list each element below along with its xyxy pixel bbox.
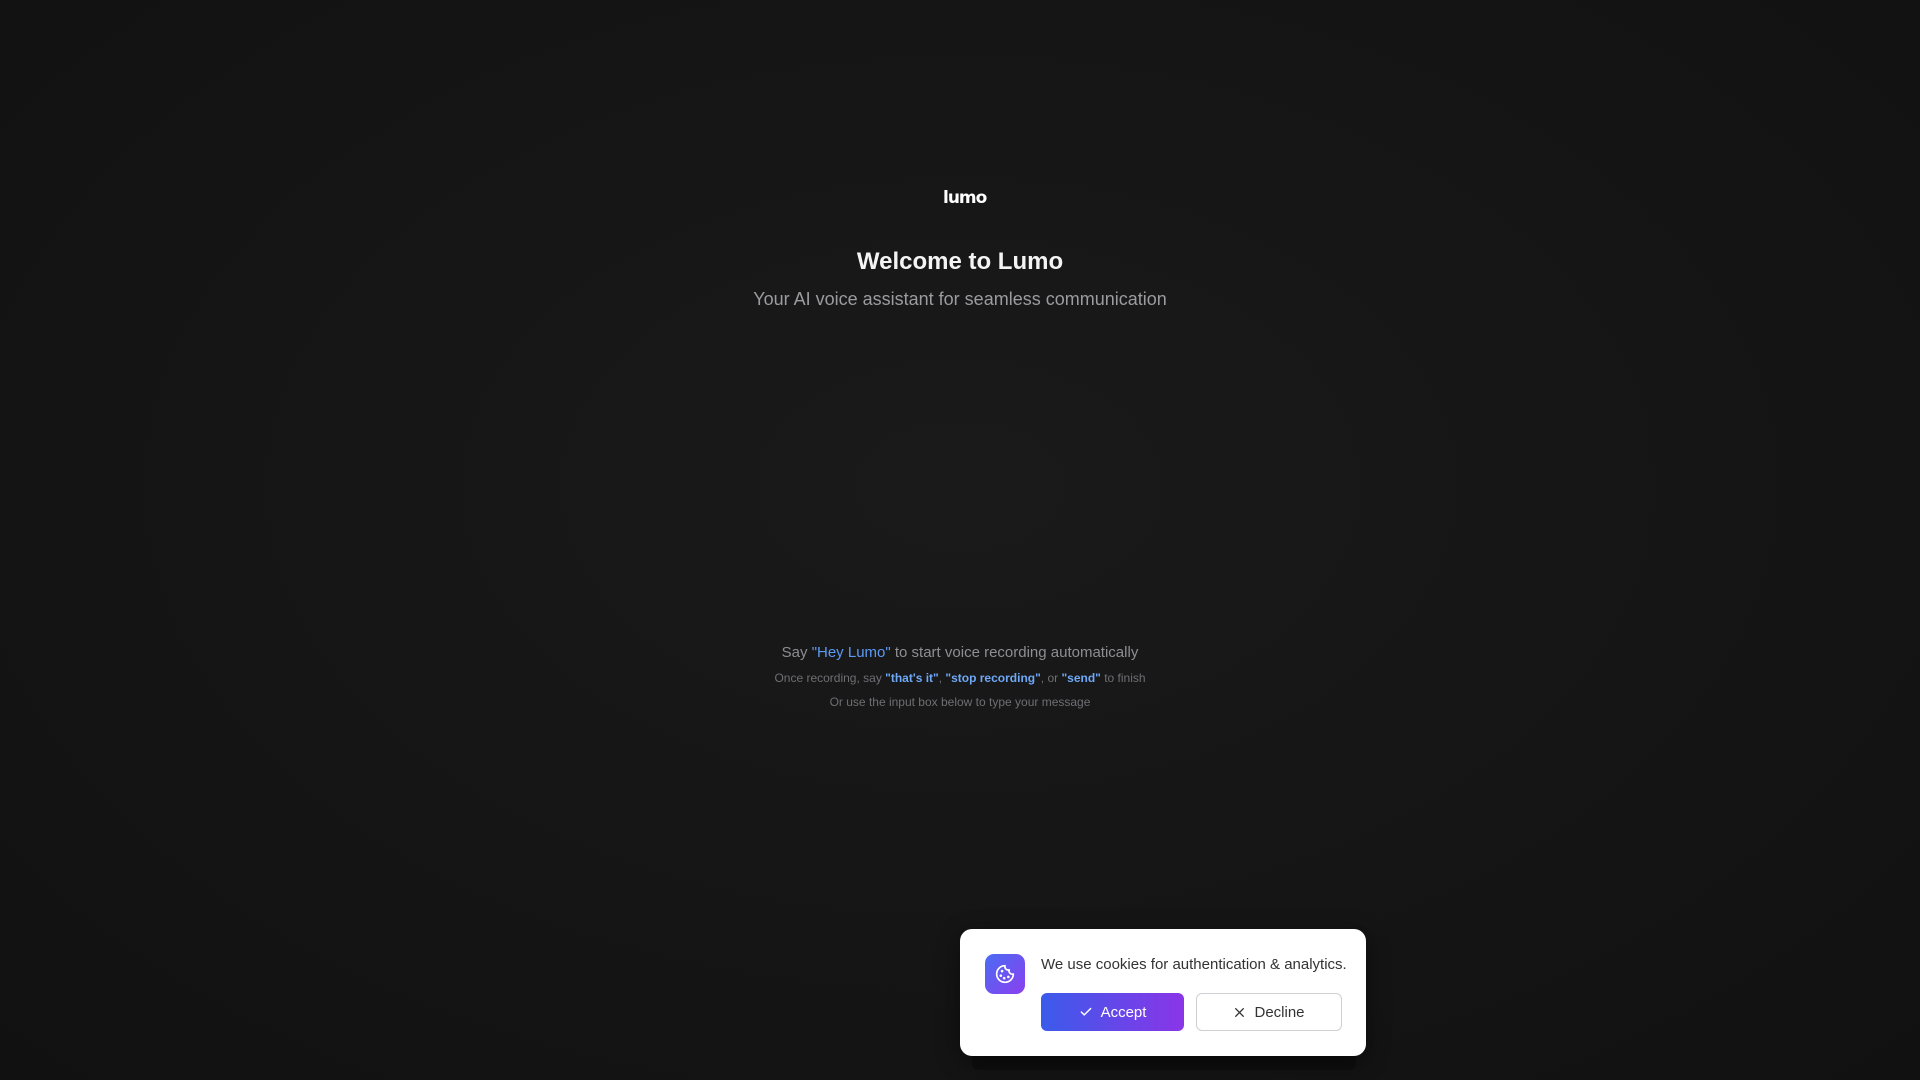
wake-word-hint: Say "Hey Lumo" to start voice recording … bbox=[0, 644, 1920, 661]
hint-text: to finish bbox=[1100, 671, 1146, 685]
stop-command: "that's it" bbox=[885, 671, 939, 685]
input-hint: Or use the input box below to type your … bbox=[829, 695, 1091, 709]
cookie-banner: We use cookies for authentication & anal… bbox=[960, 929, 1366, 1056]
welcome-page: lumo Welcome to Lumo Your AI voice assis… bbox=[0, 0, 1920, 1080]
cookie-message: We use cookies for authentication & anal… bbox=[1041, 956, 1347, 973]
wake-word: "Hey Lumo" bbox=[811, 644, 891, 661]
stop-command-hint: Once recording, say "that's it", "stop r… bbox=[0, 671, 1920, 685]
hint-text: Say bbox=[781, 644, 812, 661]
stop-command: "stop recording" bbox=[945, 671, 1041, 685]
decline-label: Decline bbox=[1254, 1003, 1305, 1021]
hint-text: Once recording, say bbox=[774, 671, 886, 685]
page-subtitle: Your AI voice assistant for seamless com… bbox=[753, 289, 1167, 309]
close-icon bbox=[1233, 1006, 1246, 1019]
lumo-logo: lumo bbox=[943, 188, 987, 208]
check-icon bbox=[1079, 1005, 1093, 1019]
accept-cookies-button[interactable]: Accept bbox=[1041, 993, 1184, 1031]
input-bar-edge bbox=[972, 1054, 1356, 1070]
cookie-icon bbox=[985, 954, 1025, 994]
hint-text: to start voice recording automatically bbox=[890, 644, 1139, 661]
stop-command: "send" bbox=[1061, 671, 1101, 685]
hint-text: , or bbox=[1040, 671, 1062, 685]
accept-label: Accept bbox=[1100, 1003, 1147, 1021]
page-title: Welcome to Lumo bbox=[856, 248, 1064, 275]
decline-cookies-button[interactable]: Decline bbox=[1196, 993, 1342, 1031]
